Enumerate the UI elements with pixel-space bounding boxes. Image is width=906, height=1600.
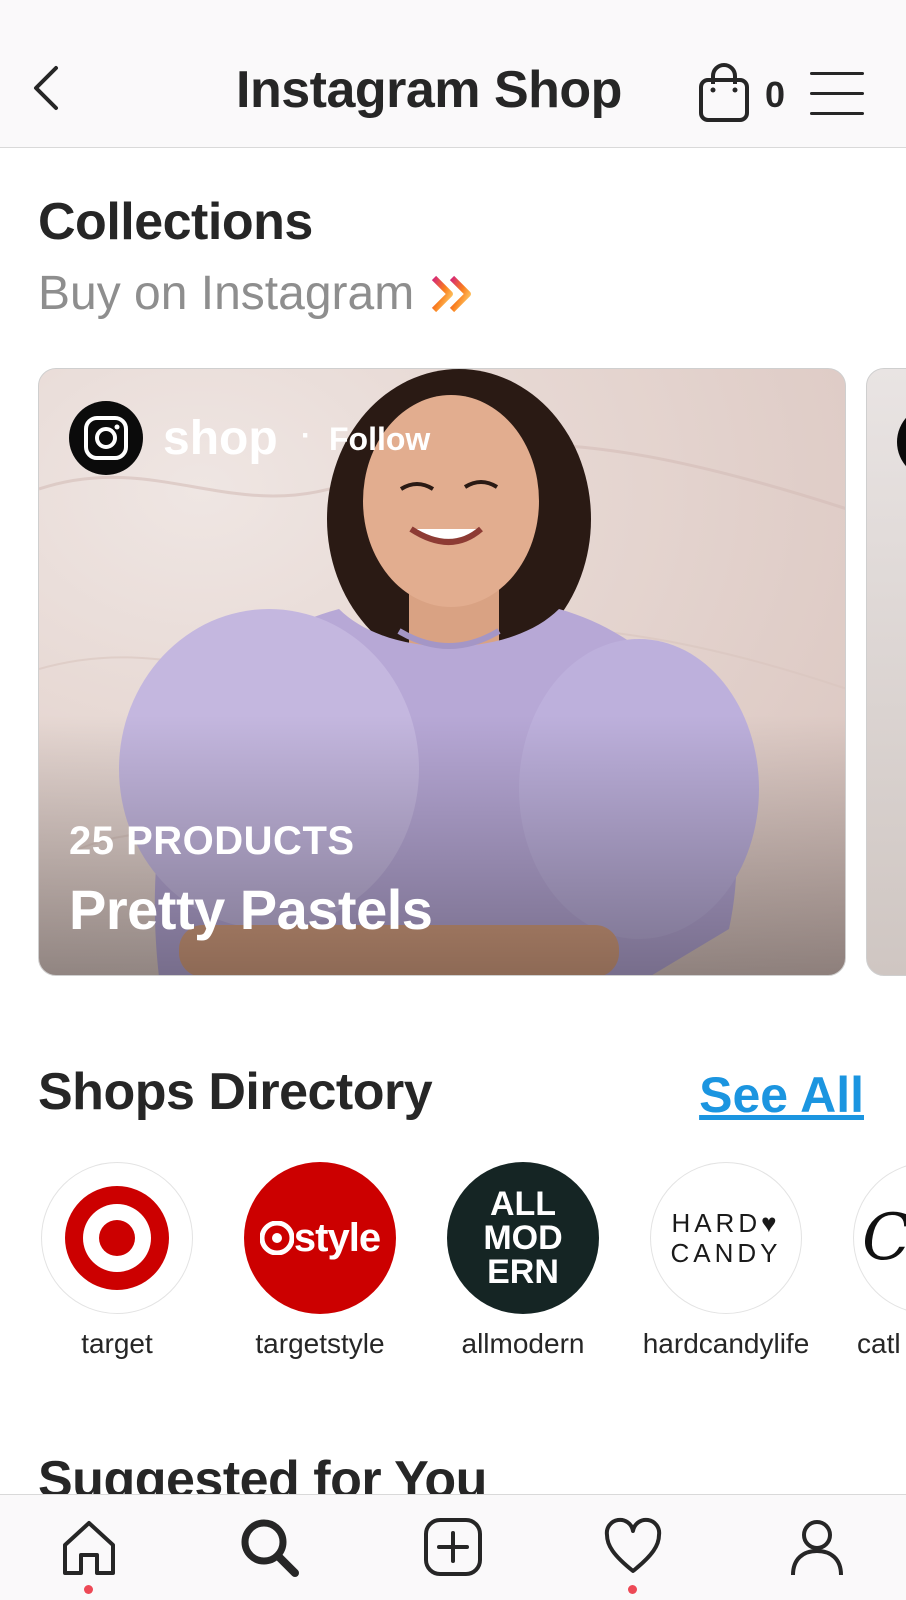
chevron-left-icon: [34, 66, 58, 110]
top-bar: Instagram Shop 0: [0, 0, 906, 148]
target-logo: [41, 1162, 193, 1314]
shop-item-hardcandylife[interactable]: HARD♥ CANDY hardcandylife: [626, 1162, 826, 1360]
hamburger-menu-icon: [810, 72, 864, 115]
nav-activity[interactable]: [598, 1517, 668, 1594]
shopping-bag-button[interactable]: [698, 62, 752, 124]
logo-text: ALL: [489, 1185, 557, 1223]
shop-label: catl: [857, 1328, 901, 1359]
shop-label: allmodern: [461, 1328, 585, 1359]
logo-text: ERN: [487, 1253, 559, 1291]
nav-profile[interactable]: [782, 1517, 852, 1587]
shop-item-cat[interactable]: Ca catl: [829, 1162, 906, 1360]
collection-name: Pretty Pastels: [69, 878, 433, 941]
logo-text: MOD: [483, 1219, 563, 1257]
collections-carousel[interactable]: shop · Follow 25 PRODUCTS Pretty Pastels: [0, 368, 906, 976]
notification-dot: [84, 1585, 93, 1594]
logo-text: Ca: [862, 1201, 906, 1275]
shop-item-target[interactable]: target: [17, 1162, 217, 1360]
shop-label: target: [81, 1328, 153, 1359]
page-title: Instagram Shop: [236, 61, 622, 119]
shops-directory-heading: Shops Directory: [38, 1063, 433, 1121]
shop-item-targetstyle[interactable]: style targetstyle: [220, 1162, 420, 1360]
collection-card[interactable]: shop · Follow 25 PRODUCTS Pretty Pastels: [38, 368, 846, 976]
bottom-nav: [0, 1494, 906, 1600]
menu-button[interactable]: [810, 72, 864, 118]
double-chevron-right-icon: [432, 275, 472, 312]
shop-avatar[interactable]: [69, 401, 143, 475]
product-count: 25 PRODUCTS: [69, 819, 355, 863]
home-icon: [63, 1521, 115, 1575]
shops-directory-row[interactable]: target style targetstyle ALL MOD ERN all…: [0, 1162, 906, 1372]
target-small-icon: [259, 1221, 294, 1255]
see-all-link[interactable]: See All: [699, 1066, 864, 1124]
shop-name[interactable]: shop: [163, 411, 278, 466]
buy-on-instagram-label: Buy on Instagram: [38, 267, 415, 320]
notification-dot: [628, 1585, 637, 1594]
cat-logo: Ca: [853, 1162, 906, 1314]
logo-text: HARD♥: [671, 1208, 781, 1238]
instagram-logo-icon: [84, 416, 128, 460]
nav-add-post[interactable]: [418, 1517, 488, 1587]
separator-dot: ·: [301, 419, 311, 452]
activity-heart-icon: [604, 1517, 662, 1573]
targetstyle-logo: style: [244, 1162, 396, 1314]
collection-card-next[interactable]: [866, 368, 906, 976]
shop-item-allmodern[interactable]: ALL MOD ERN allmodern: [423, 1162, 623, 1360]
nav-search[interactable]: [234, 1517, 304, 1587]
nav-home[interactable]: [54, 1517, 124, 1594]
shop-label: targetstyle: [255, 1328, 385, 1359]
add-post-icon: [424, 1518, 482, 1576]
shop-label: hardcandylife: [642, 1328, 810, 1359]
shop-avatar: [897, 405, 906, 479]
back-button[interactable]: [30, 62, 70, 118]
target-bullseye-icon: [65, 1186, 169, 1290]
cart-count: 0: [765, 74, 786, 115]
targetstyle-logo-text: style: [293, 1215, 381, 1260]
buy-on-instagram-link[interactable]: Buy on Instagram: [38, 266, 478, 321]
follow-button[interactable]: Follow: [329, 421, 430, 458]
logo-text: CANDY: [670, 1238, 782, 1268]
allmodern-logo: ALL MOD ERN: [447, 1162, 599, 1314]
search-icon: [241, 1519, 299, 1577]
shopping-bag-icon: [699, 63, 749, 122]
hardcandy-logo: HARD♥ CANDY: [650, 1162, 802, 1314]
profile-icon: [791, 1520, 843, 1576]
collections-heading: Collections: [38, 193, 313, 251]
